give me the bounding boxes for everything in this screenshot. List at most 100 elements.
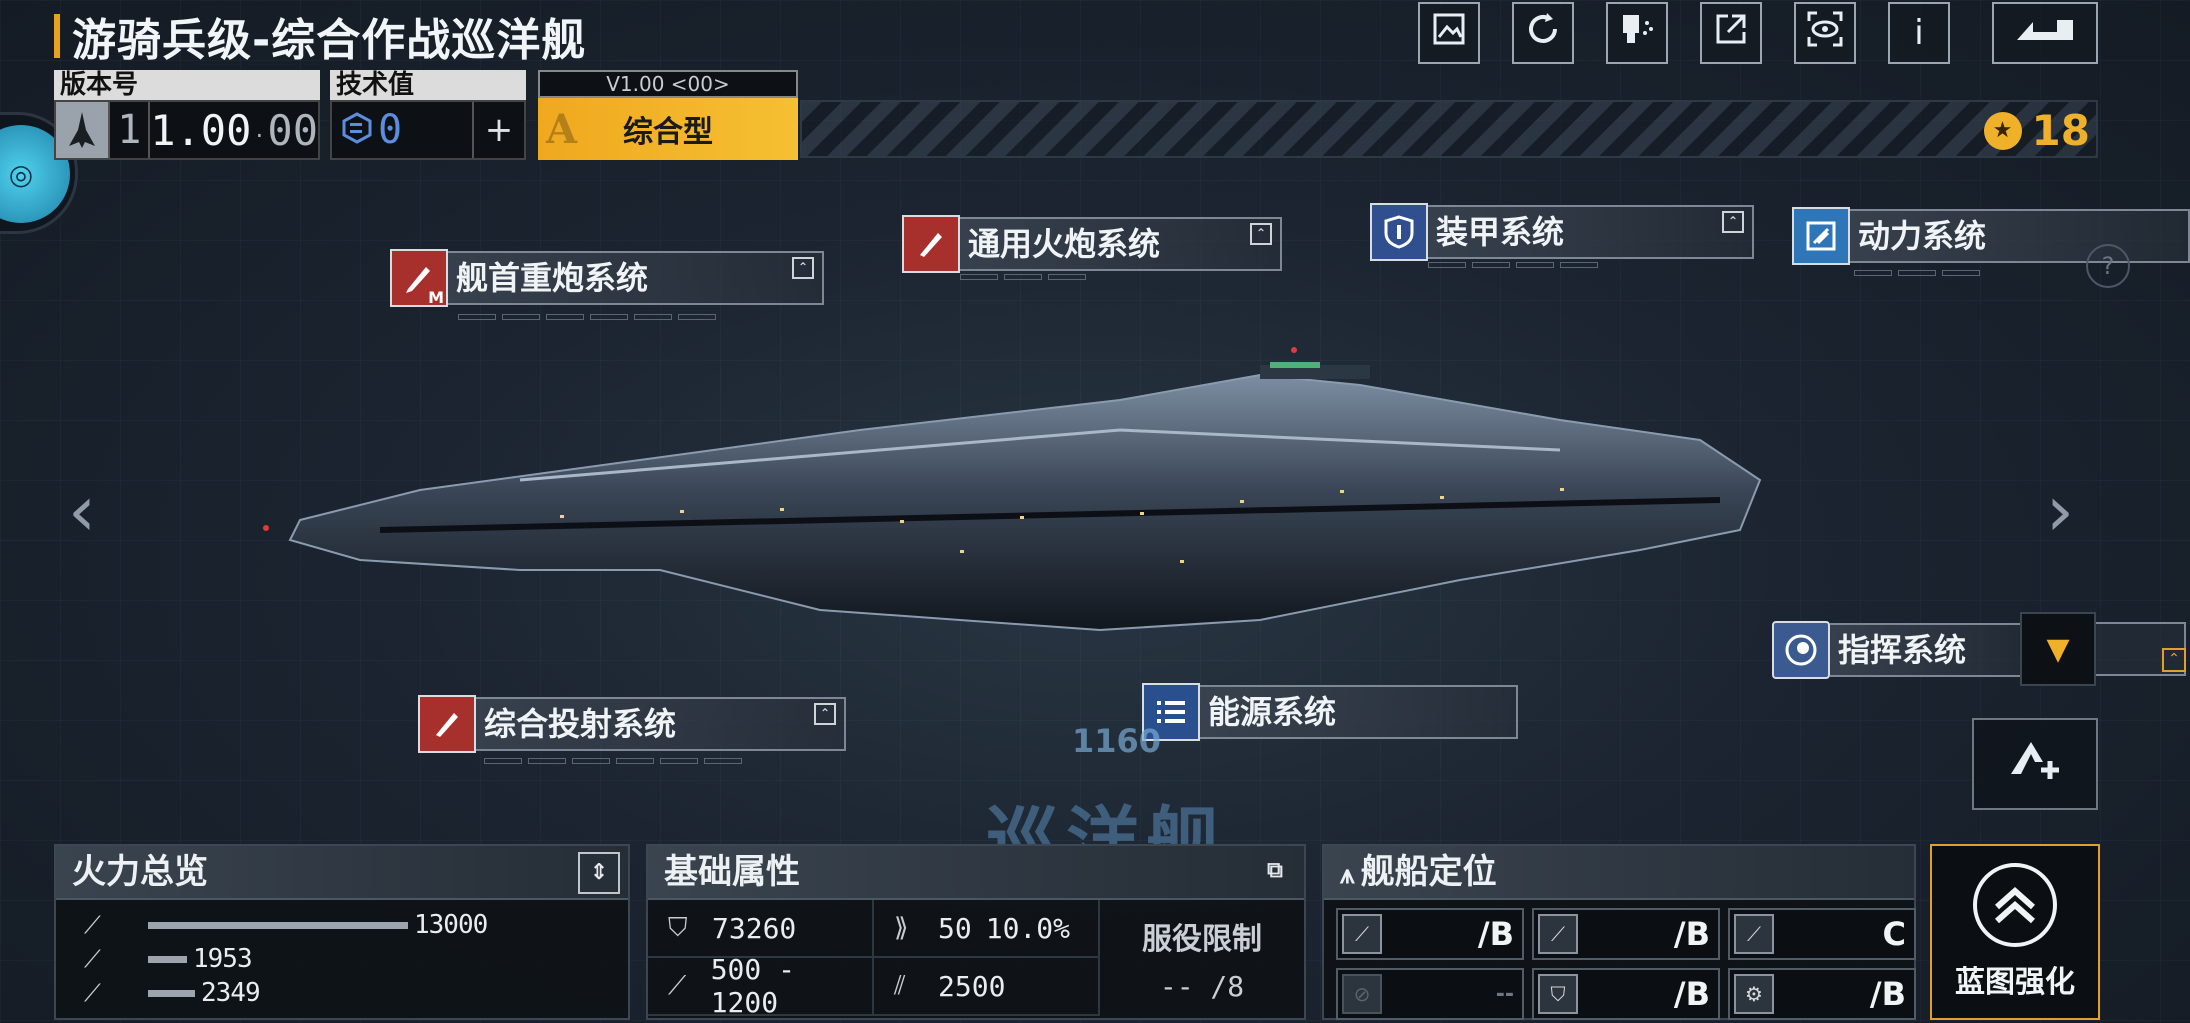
firepower-value: 13000 (414, 910, 488, 940)
blueprint-enhance-button[interactable]: 蓝图强化 (1930, 844, 2100, 1020)
slot (616, 758, 654, 764)
gear-role-icon: ⚙ (1734, 974, 1774, 1014)
paint-button[interactable] (1606, 2, 1668, 64)
type-version-tag: V1.00 <00> (538, 70, 798, 98)
shield-icon (1370, 203, 1428, 261)
slot (572, 758, 610, 764)
attack-icon: ⟋ (84, 911, 101, 939)
slot (1854, 270, 1892, 276)
version-label: 版本号 (54, 70, 320, 100)
system-armor[interactable]: 装甲系统 ⌃ (1370, 200, 1754, 268)
tech-icon (340, 111, 374, 149)
title-bar: 游骑兵级-综合作战巡洋舰 (54, 8, 586, 66)
position-grade: -- (1495, 981, 1514, 1007)
system-label: 通用火炮系统 ⌃ (960, 217, 1282, 271)
rank-up-button[interactable] (1972, 718, 2098, 810)
system-energy[interactable]: 能源系统 (1142, 680, 1518, 744)
share-button[interactable] (1700, 2, 1762, 64)
slot (1898, 270, 1936, 276)
system-label: 指挥系统 (1830, 623, 2022, 677)
system-label: 装甲系统 ⌃ (1428, 205, 1754, 259)
firepower-bar (148, 989, 195, 997)
system-label-text: 装甲系统 (1436, 213, 1565, 251)
next-ship-arrow[interactable]: › (2046, 470, 2074, 552)
firepower-row: ⟋ 13000 (56, 908, 628, 942)
slot (546, 314, 584, 320)
version-suffix: 00 (267, 105, 318, 155)
position-cell[interactable]: ⟋ /B (1532, 908, 1720, 960)
tech-block: 技术值 0 + (330, 70, 526, 160)
slot (1472, 262, 1510, 268)
support-role-icon: ⊘ (1342, 974, 1382, 1014)
attr-cruise: ⫽ 2500 (874, 958, 1100, 1016)
shield-icon: ⛉ (668, 912, 688, 943)
slot (1560, 262, 1598, 268)
position-grade: /B (1477, 915, 1514, 953)
type-name: 综合型 (623, 115, 713, 150)
hull-number: 1160 (1072, 722, 1162, 760)
position-cell[interactable]: ⟋ C (1728, 908, 1916, 960)
engine-icon (1792, 207, 1850, 265)
paint-icon (1617, 9, 1657, 58)
version-number: 1.00 (150, 105, 252, 155)
service-limit: 服役限制 -- /8 (1100, 900, 1304, 1016)
tech-add-button[interactable]: + (472, 102, 524, 158)
currency-value: 18 (2031, 106, 2090, 155)
attr-speed-value: 50 (938, 911, 972, 945)
firepower-value: 1953 (193, 944, 253, 974)
system-label: 综合投射系统 ⌃ (476, 697, 846, 751)
system-general-gun[interactable]: 通用火炮系统 ⌃ (902, 212, 1282, 280)
position-cell[interactable]: ⊘ -- (1336, 968, 1524, 1020)
attr-range: ⟋ 500 - 1200 (648, 953, 874, 1019)
position-cell[interactable]: ⟋ /B (1336, 908, 1524, 960)
attr-hp-value: 73260 (712, 911, 797, 945)
tech-value: 0 (378, 107, 403, 153)
position-cell[interactable]: ⛉ /B (1532, 968, 1720, 1020)
attributes-title: 基础属性 (664, 852, 800, 892)
gallery-button[interactable] (1418, 2, 1480, 64)
siege-role-icon: ⟋ (1734, 914, 1774, 954)
system-power[interactable]: 动力系统 (1792, 204, 2190, 276)
cruise-icon: ⫽ (894, 970, 906, 1001)
expand-toggle-icon[interactable]: ⇕ (578, 852, 620, 894)
view-button[interactable] (1794, 2, 1856, 64)
position-cell[interactable]: ⚙ /B (1728, 968, 1916, 1020)
info-button[interactable]: i (1888, 2, 1950, 64)
system-command[interactable]: 指挥系统 (1772, 618, 2022, 682)
slot (590, 314, 628, 320)
plus-icon: + (484, 110, 514, 150)
slot (502, 314, 540, 320)
refresh-button[interactable] (1512, 2, 1574, 64)
slot (1004, 274, 1042, 280)
back-button[interactable] (1992, 2, 2098, 64)
position-grade: /B (1673, 975, 1710, 1013)
prev-ship-arrow[interactable]: ‹ (68, 470, 96, 552)
slot (528, 758, 566, 764)
missile-icon (418, 695, 476, 753)
command-dropdown-toggle[interactable]: ▼ (2020, 612, 2096, 686)
status-stripe-bar (800, 100, 2098, 158)
system-bow-heavy-gun[interactable]: M 舰首重炮系统 ⌃ (390, 246, 824, 320)
service-limit-label: 服役限制 (1142, 921, 1262, 957)
tech-label: 技术值 (330, 70, 526, 100)
currency-icon: ★ (1983, 111, 2022, 150)
system-label: 舰首重炮系统 ⌃ (448, 251, 824, 305)
system-projection[interactable]: 综合投射系统 ⌃ (418, 692, 846, 764)
anti-air-role-icon: ⟋ (1538, 914, 1578, 954)
upgrade-chevron-icon[interactable]: ⌃ (2162, 648, 2186, 672)
detail-window-icon[interactable]: ⧉ (1254, 852, 1296, 894)
rank-up-icon (2005, 734, 2065, 794)
positioning-icon: ⩚ (1340, 860, 1355, 890)
speed-icon: ⟫ (894, 913, 909, 943)
attributes-header: 基础属性 ⧉ (648, 846, 1304, 900)
help-icon[interactable]: ? (2086, 244, 2130, 288)
attr-speed: ⟫ 50 10.0% (874, 900, 1100, 958)
blueprint-enhance-label: 蓝图强化 (1955, 965, 2075, 1000)
system-label-text: 能源系统 (1208, 693, 1337, 731)
firepower-row: ⟋ 1953 (56, 942, 628, 976)
tech-value-wrap: 0 (332, 107, 472, 153)
share-icon (1712, 10, 1750, 57)
version-body: 1 1.00 . 00 (54, 100, 320, 160)
slot (1942, 270, 1980, 276)
system-label-text: 指挥系统 (1838, 631, 1967, 669)
